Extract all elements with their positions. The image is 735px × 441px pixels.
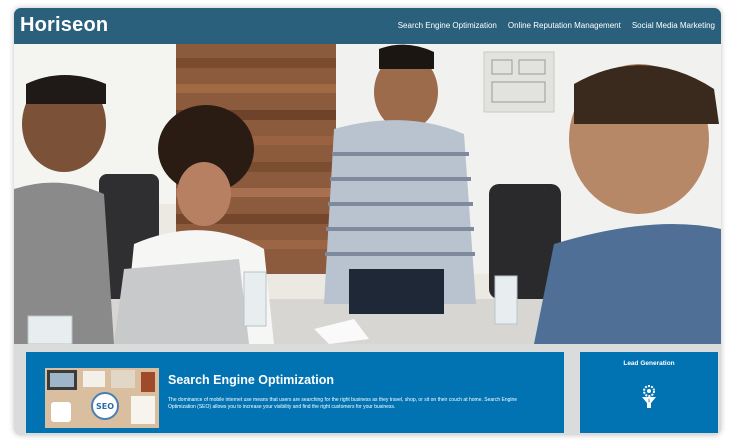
lead-funnel-icon: $ [642,385,656,408]
seo-card: SEO Search Engine Optimization The domin… [26,352,564,433]
seo-image: SEO [45,368,159,428]
seo-image-badge: SEO [96,402,114,411]
hero-photo [14,44,721,344]
site-header: Horiseon Search Engine Optimization Onli… [14,8,721,44]
seo-title: Search Engine Optimization [168,373,334,387]
lead-generation-title: Lead Generation [623,360,675,367]
hero-image [14,44,721,344]
site-frame: Horiseon Search Engine Optimization Onli… [14,8,721,435]
main-nav: Search Engine Optimization Online Reputa… [398,21,715,30]
nav-link-social-media[interactable]: Social Media Marketing [632,21,715,30]
lead-generation-card: Lead Generation $ [580,352,718,433]
nav-link-seo[interactable]: Search Engine Optimization [398,21,497,30]
svg-text:$: $ [648,398,651,403]
nav-link-reputation[interactable]: Online Reputation Management [508,21,621,30]
site-logo[interactable]: Horiseon [20,14,108,37]
services-row: SEO Search Engine Optimization The domin… [14,344,721,435]
seo-description: The dominance of mobile internet use mea… [168,397,518,410]
